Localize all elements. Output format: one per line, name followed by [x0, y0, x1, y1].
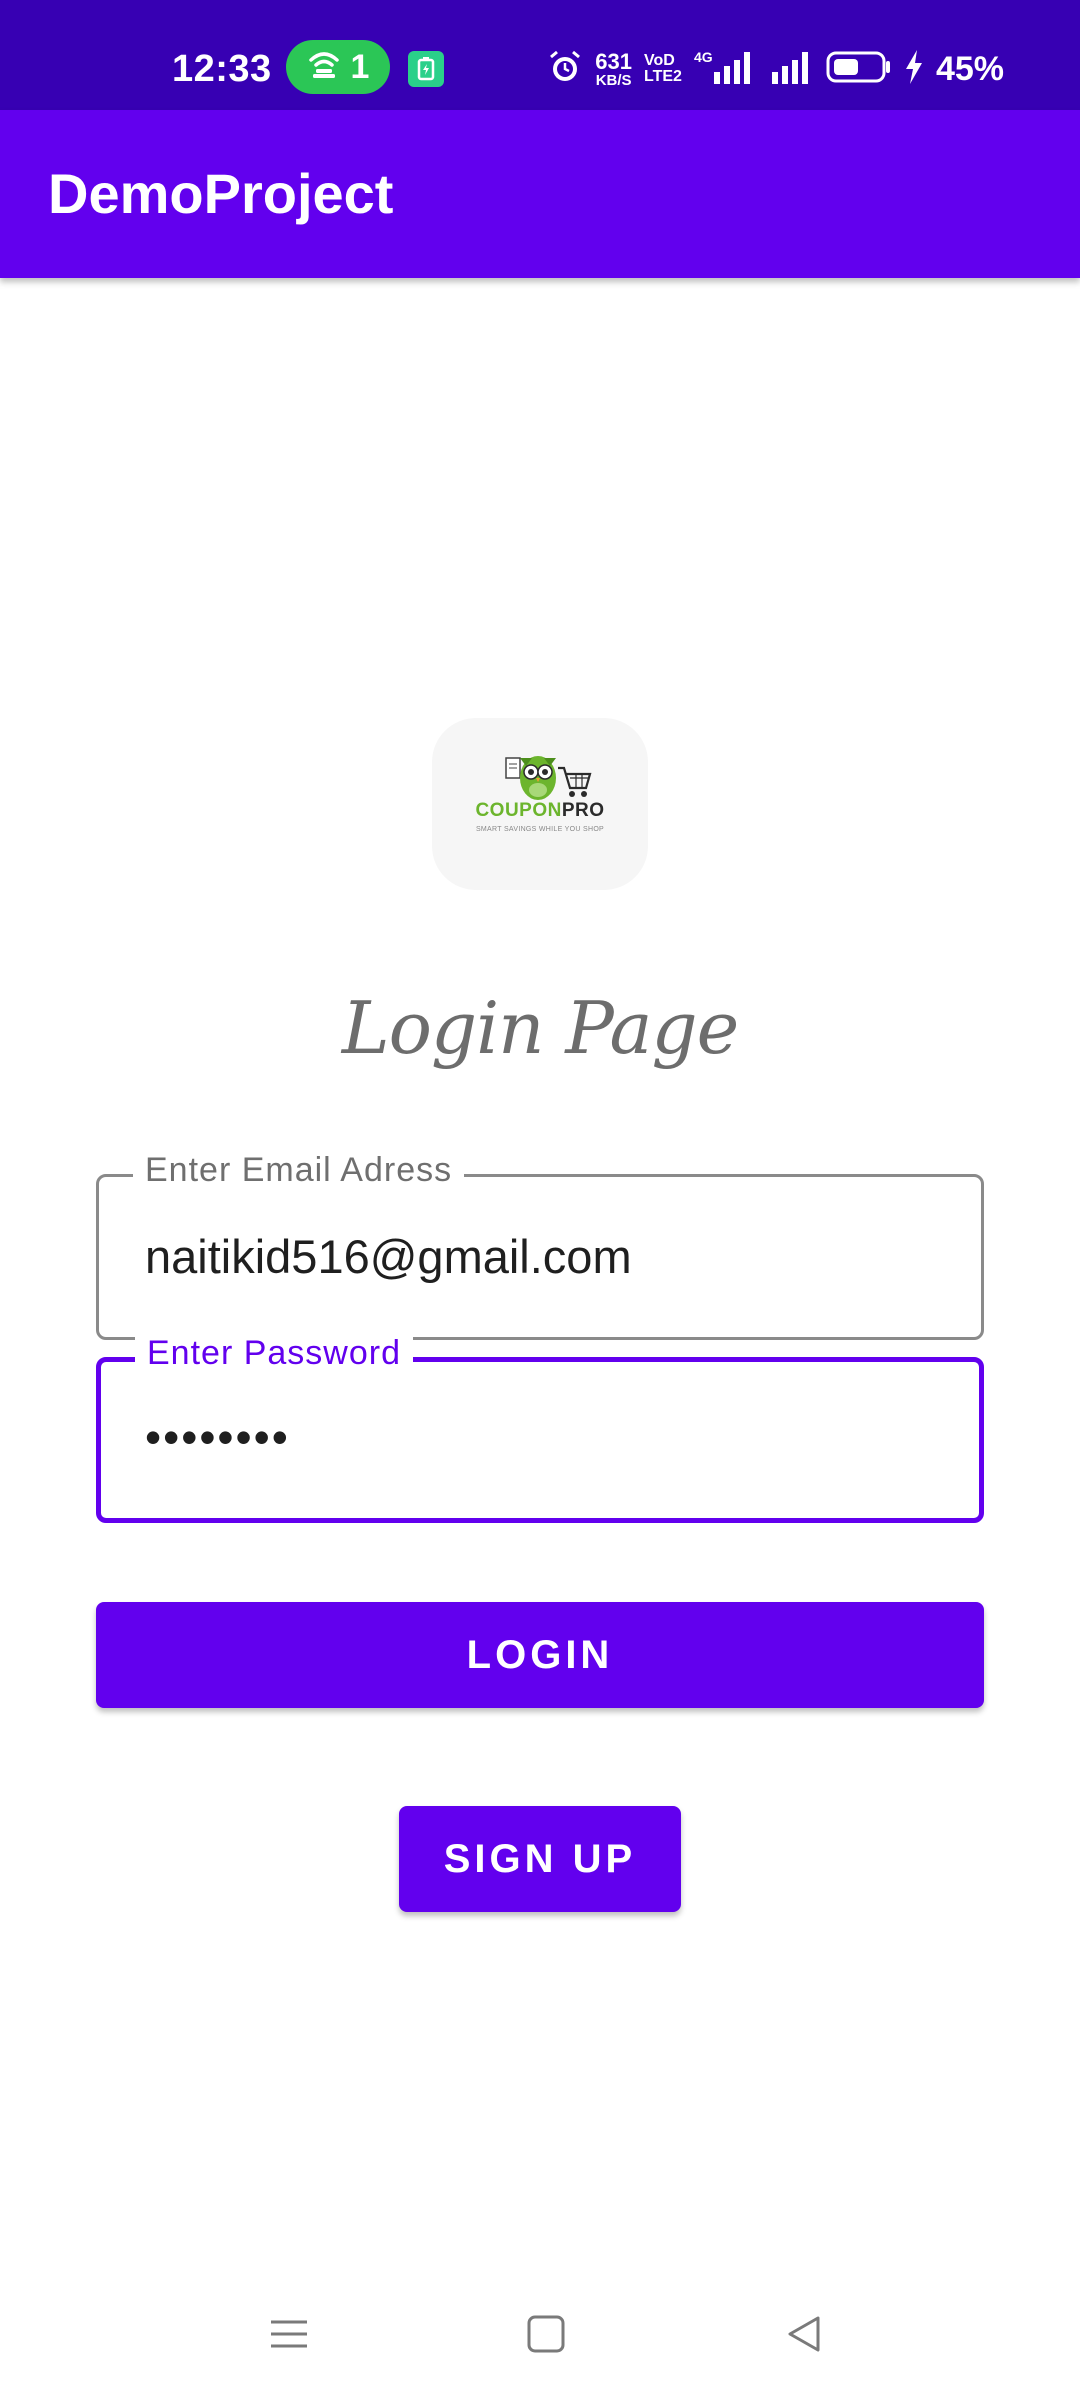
charging-icon [904, 49, 924, 89]
logo-tagline: SMART SAVINGS WHILE YOU SHOP [475, 826, 605, 833]
battery-saver-icon [408, 51, 444, 87]
status-bar: 12:33 1 631 KB/S VoD LTE2 4G 45% [0, 0, 1080, 110]
battery-percent: 45% [935, 49, 1004, 88]
signal-icon: 4G [694, 48, 758, 91]
alarm-icon [547, 49, 583, 90]
network-speed: 631 KB/S [595, 48, 632, 89]
back-icon[interactable] [774, 2304, 834, 2364]
hotspot-count: 1 [350, 47, 370, 86]
logo-brand-second: PRO [561, 800, 605, 821]
network-speed-unit: KB/S [595, 71, 632, 89]
signal-icon-sim2 [770, 48, 814, 91]
system-nav-bar [0, 2270, 1080, 2400]
home-icon[interactable] [516, 2304, 576, 2364]
hotspot-indicator[interactable]: 1 [286, 40, 390, 94]
password-input[interactable]: •••••••• [145, 1362, 925, 1522]
logo-brand-first: COUPON [475, 800, 562, 821]
app-logo: COUPONPRO SMART SAVINGS WHILE YOU SHOP [432, 718, 648, 890]
email-field[interactable]: Enter Email Adress [96, 1151, 984, 1340]
hotspot-icon [307, 50, 341, 85]
network-type: 4G [694, 49, 713, 65]
app-title: DemoProject [48, 162, 394, 225]
login-button[interactable]: LOGIN [96, 1602, 984, 1708]
volte-line2: LTE2 [644, 68, 682, 85]
network-speed-value: 631 [595, 48, 632, 74]
status-time: 12:33 [172, 48, 272, 90]
password-field[interactable]: Enter Password •••••••• [96, 1334, 984, 1523]
logo-wordmark: COUPONPRO [432, 800, 648, 822]
battery-icon [826, 50, 892, 89]
signup-button[interactable]: SIGN UP [399, 1806, 681, 1912]
page-title: Login Page [341, 986, 739, 1070]
app-bar: DemoProject [0, 110, 1080, 278]
email-input[interactable] [145, 1177, 925, 1337]
menu-icon[interactable] [259, 2304, 319, 2364]
volte-indicator: VoD LTE2 [644, 53, 682, 85]
volte-line1: VoD [644, 52, 675, 69]
status-icons: 631 KB/S VoD LTE2 4G 45% [547, 44, 1004, 94]
